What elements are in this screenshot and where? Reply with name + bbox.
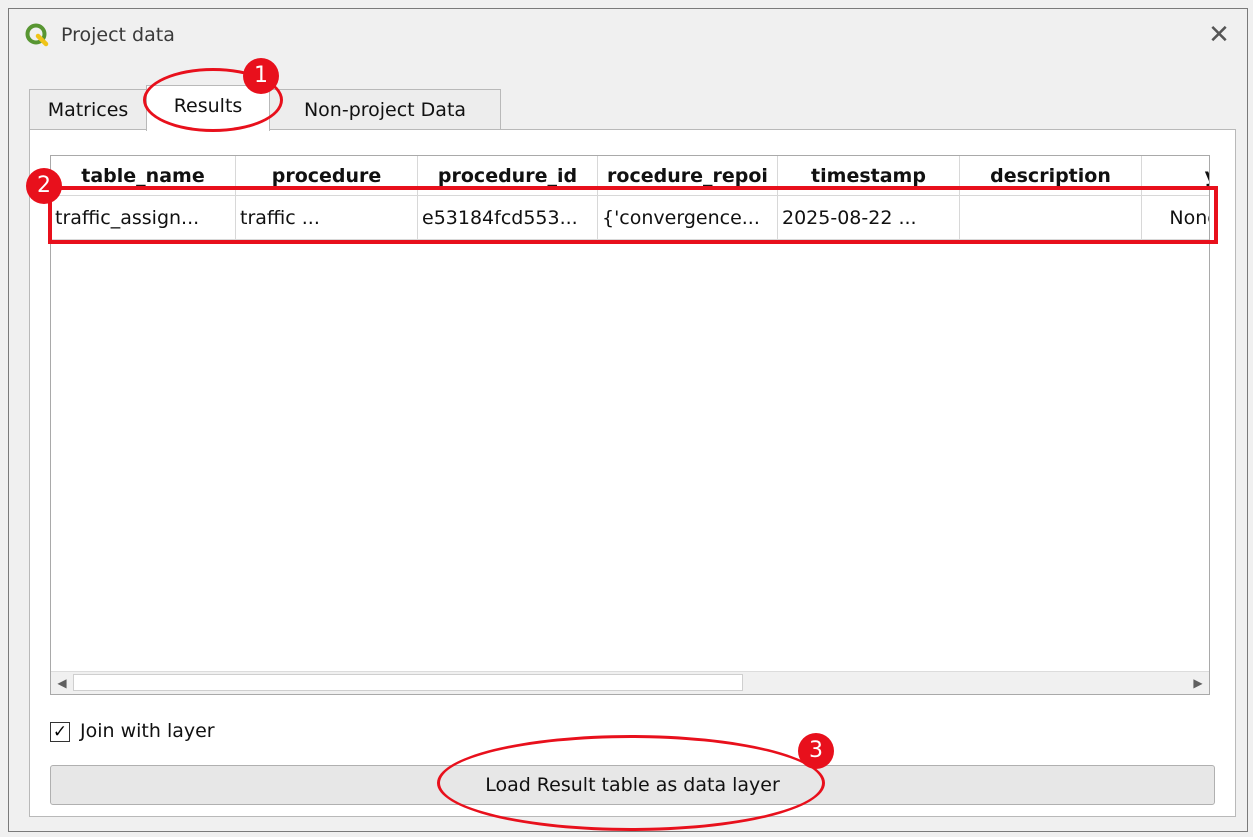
qgis-logo-icon — [25, 23, 49, 47]
cell-y[interactable]: None — [1142, 196, 1209, 240]
tab-label: Matrices — [47, 99, 129, 121]
table-row[interactable]: traffic_assign... traffic ... e53184fcd5… — [51, 196, 1209, 240]
tab-matrices[interactable]: Matrices — [29, 89, 147, 131]
cell-table-name[interactable]: traffic_assign... — [51, 196, 236, 240]
results-tab-panel: table_name procedure procedure_id rocedu… — [29, 129, 1236, 817]
load-result-table-button[interactable]: Load Result table as data layer — [50, 765, 1215, 805]
column-header-procedure-id[interactable]: procedure_id — [418, 156, 598, 196]
titlebar: Project data ✕ — [9, 9, 1247, 59]
window-title: Project data — [61, 24, 175, 46]
column-header-description[interactable]: description — [960, 156, 1142, 196]
results-table[interactable]: table_name procedure procedure_id rocedu… — [50, 155, 1210, 695]
column-header-table-name[interactable]: table_name — [51, 156, 236, 196]
tab-label: Results — [173, 95, 243, 117]
join-with-layer-checkbox[interactable]: ✓ — [50, 722, 70, 742]
cell-procedure-report[interactable]: {'convergence... — [598, 196, 778, 240]
cell-procedure-id[interactable]: e53184fcd553... — [418, 196, 598, 240]
scrollbar-thumb[interactable] — [73, 674, 743, 691]
horizontal-scrollbar[interactable]: ◀ ▶ — [51, 671, 1209, 694]
cell-procedure[interactable]: traffic ... — [236, 196, 418, 240]
checkmark-icon: ✓ — [52, 722, 68, 742]
table-header: table_name procedure procedure_id rocedu… — [51, 156, 1209, 196]
tab-non-project-data[interactable]: Non-project Data — [269, 89, 501, 131]
scroll-right-arrow-icon[interactable]: ▶ — [1187, 672, 1209, 694]
column-header-procedure[interactable]: procedure — [236, 156, 418, 196]
scroll-left-arrow-icon[interactable]: ◀ — [51, 672, 73, 694]
tab-label: Non-project Data — [303, 99, 467, 121]
cell-timestamp[interactable]: 2025-08-22 ... — [778, 196, 960, 240]
cell-description[interactable] — [960, 196, 1142, 240]
column-header-procedure-report[interactable]: rocedure_repoi — [598, 156, 778, 196]
join-with-layer-label: Join with layer — [80, 720, 215, 742]
column-header-y[interactable]: y — [1142, 156, 1209, 196]
close-button[interactable]: ✕ — [1201, 19, 1237, 51]
close-icon: ✕ — [1208, 20, 1230, 50]
tab-results[interactable]: Results — [146, 85, 270, 131]
project-data-dialog: Project data ✕ Matrices Results Non-proj… — [8, 8, 1248, 832]
column-header-timestamp[interactable]: timestamp — [778, 156, 960, 196]
